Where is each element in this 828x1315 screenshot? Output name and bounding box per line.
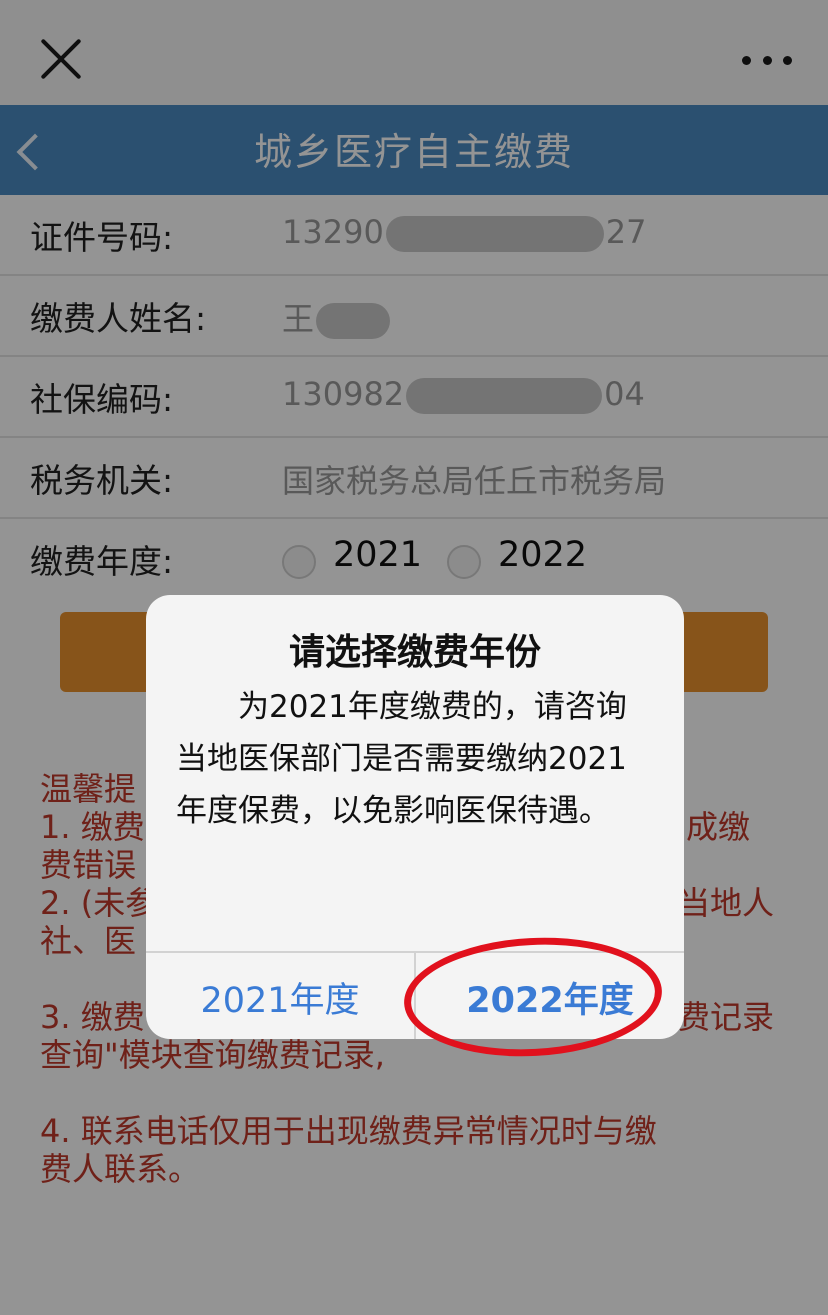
dialog-message: 为2021年度缴费的，请咨询当地医保部门是否需要缴纳2021年度保费，以免影响医… xyxy=(176,689,627,829)
select-2021-button[interactable]: 2021年度 xyxy=(146,953,414,1039)
dialog-title: 请选择缴费年份 xyxy=(288,632,541,673)
